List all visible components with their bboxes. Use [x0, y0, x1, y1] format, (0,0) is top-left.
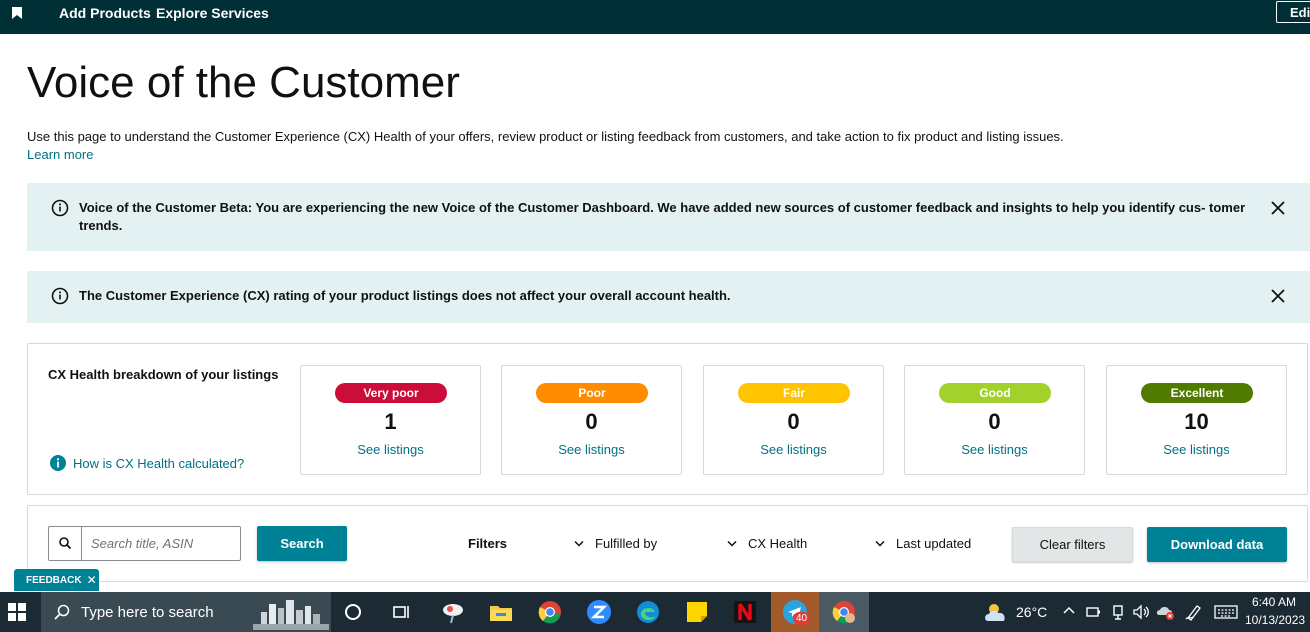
cx-health-help-link[interactable]: How is CX Health calculated? [73, 456, 244, 471]
status-badge: Very poor [335, 383, 447, 403]
chrome-icon [832, 601, 855, 624]
search-button[interactable]: Search [257, 526, 347, 561]
app-icon[interactable] [440, 599, 466, 625]
clear-filters-button[interactable]: Clear filters [1012, 527, 1133, 562]
close-icon[interactable] [1270, 288, 1286, 304]
windows-start-icon[interactable] [8, 603, 26, 621]
dropdown-label: CX Health [748, 536, 808, 551]
status-badge: Good [939, 383, 1051, 403]
see-listings-link[interactable]: See listings [301, 442, 480, 457]
cloud-error-icon[interactable] [1156, 603, 1176, 621]
battery-icon[interactable] [1085, 604, 1101, 620]
see-listings-link[interactable]: See listings [502, 442, 681, 457]
cx-health-help[interactable]: How is CX Health calculated? [50, 455, 244, 471]
file-explorer-icon[interactable] [488, 599, 514, 625]
clock-date[interactable]: 10/13/2023 [1245, 613, 1305, 627]
learn-more-link[interactable]: Learn more [27, 147, 93, 162]
pen-icon[interactable] [1185, 603, 1203, 621]
filters-label: Filters [468, 536, 508, 551]
beta-alert: Voice of the Customer Beta: You are expe… [27, 183, 1310, 251]
task-view-icon[interactable] [340, 599, 366, 625]
listing-count: 10 [1184, 409, 1209, 434]
netflix-icon[interactable] [732, 599, 758, 625]
listing-count: 0 [787, 409, 800, 434]
page-description: Use this page to understand the Customer… [27, 129, 1064, 144]
download-data-button[interactable]: Download data [1147, 527, 1287, 562]
info-icon [51, 199, 69, 217]
last-updated-dropdown[interactable]: Last updated [875, 536, 971, 551]
search-icon-box[interactable] [49, 527, 82, 560]
status-badge: Excellent [1141, 383, 1253, 403]
status-badge: Poor [536, 383, 648, 403]
listing-count: 0 [988, 409, 1001, 434]
page-title: Voice of the Customer [27, 58, 460, 107]
see-listings-link[interactable]: See listings [704, 442, 883, 457]
listing-count: 0 [585, 409, 598, 434]
chrome-icon[interactable] [537, 599, 563, 625]
see-listings-link[interactable]: See listings [905, 442, 1084, 457]
notification-badge: 40 [793, 612, 811, 625]
filter-bar: Search Filters Fulfilled by CX Health La… [27, 505, 1308, 582]
chrome-profile-taskbar-item[interactable] [819, 592, 869, 632]
listing-count: 1 [384, 409, 397, 434]
clock-time[interactable]: 6:40 AM [1252, 595, 1296, 609]
dropdown-label: Fulfilled by [595, 536, 658, 551]
taskbar-search-placeholder: Type here to search [81, 604, 214, 621]
nav-link-add-products[interactable]: Add Products [59, 5, 151, 21]
telegram-taskbar-item[interactable]: 40 [771, 592, 819, 632]
cx-card-poor: Poor 0 See listings [501, 365, 682, 475]
info-icon [50, 455, 66, 471]
top-nav: Add Products Explore Services Edit [0, 0, 1310, 34]
status-badge: Fair [738, 383, 850, 403]
cx-card-very-poor: Very poor 1 See listings [300, 365, 481, 475]
taskbar: Type here to search 40 26°C 6:40 AM 10/1… [0, 592, 1310, 632]
feedback-label: FEEDBACK [26, 574, 82, 586]
search-input[interactable] [83, 527, 239, 560]
city-skyline-icon [253, 600, 329, 630]
cx-rating-alert: The Customer Experience (CX) rating of y… [27, 271, 1310, 323]
nav-link-explore-services[interactable]: Explore Services [156, 5, 269, 21]
close-icon[interactable]: ✕ [87, 573, 97, 587]
volume-icon[interactable] [1132, 604, 1150, 620]
feedback-tab[interactable]: FEEDBACK ✕ [14, 569, 99, 591]
zoom-icon[interactable] [586, 599, 612, 625]
sticky-notes-icon[interactable] [684, 599, 710, 625]
cx-rating-alert-text: The Customer Experience (CX) rating of y… [79, 288, 731, 303]
cx-health-panel: CX Health breakdown of your listings How… [27, 343, 1308, 495]
keyboard-icon[interactable] [1214, 604, 1238, 620]
search-box [48, 526, 241, 561]
bookmark-icon[interactable] [12, 7, 22, 19]
cx-health-dropdown[interactable]: CX Health [727, 536, 807, 551]
network-icon[interactable] [1110, 604, 1126, 620]
weather-cloud-icon[interactable] [983, 601, 1011, 623]
temperature: 26°C [1016, 604, 1048, 620]
dropdown-label: Last updated [896, 536, 972, 551]
close-icon[interactable] [1270, 200, 1286, 216]
chevron-down-icon [574, 540, 584, 547]
cx-card-good: Good 0 See listings [904, 365, 1085, 475]
search-icon [59, 537, 72, 550]
info-icon [51, 287, 69, 305]
chevron-up-icon[interactable] [1062, 604, 1076, 618]
cx-card-fair: Fair 0 See listings [703, 365, 884, 475]
search-icon [54, 604, 70, 620]
chevron-down-icon [727, 540, 737, 547]
cx-card-excellent: Excellent 10 See listings [1106, 365, 1287, 475]
multitask-icon[interactable] [388, 599, 414, 625]
beta-alert-text: Voice of the Customer Beta: You are expe… [79, 200, 1246, 233]
edge-icon[interactable] [635, 599, 661, 625]
edit-button[interactable]: Edit [1276, 1, 1310, 23]
see-listings-link[interactable]: See listings [1107, 442, 1286, 457]
cx-health-title: CX Health breakdown of your listings [48, 367, 279, 382]
fulfilled-by-dropdown[interactable]: Fulfilled by [574, 536, 657, 551]
chevron-down-icon [875, 540, 885, 547]
taskbar-search[interactable]: Type here to search [41, 592, 331, 632]
